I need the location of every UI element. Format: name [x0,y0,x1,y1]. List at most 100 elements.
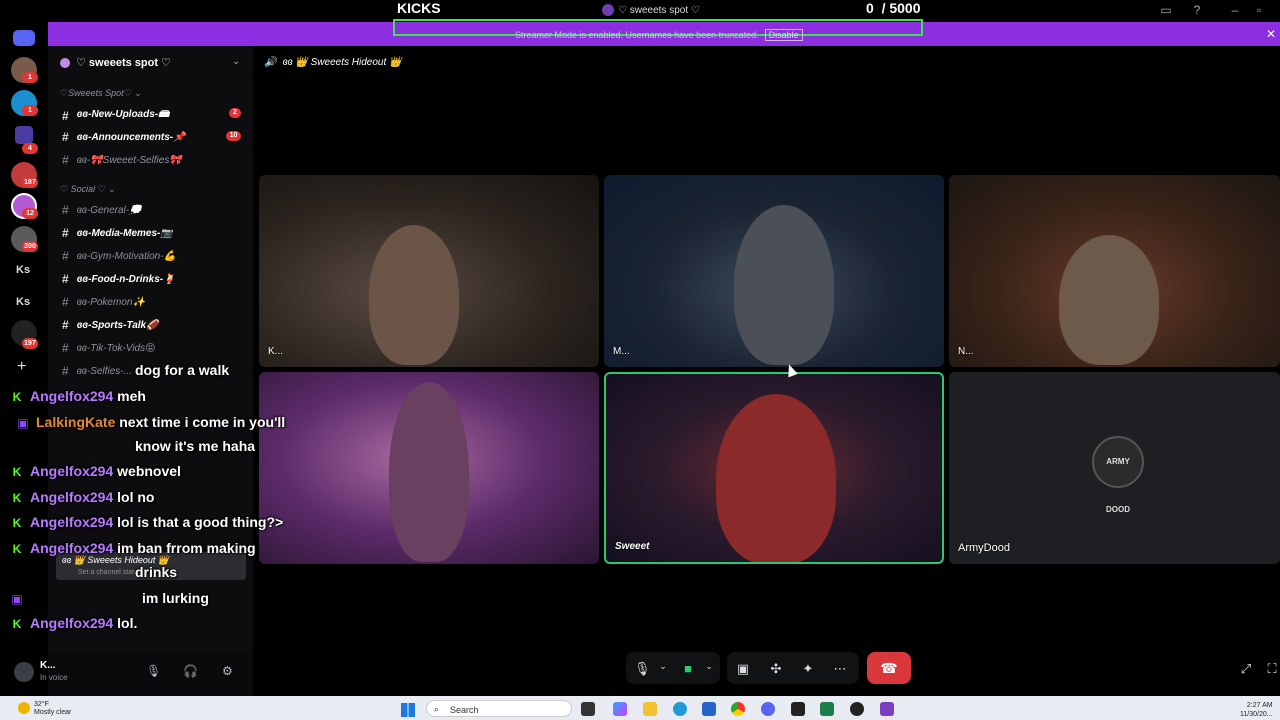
kick-icon: K [12,390,22,405]
goal-counter: 0 / 5000 [866,0,921,16]
app-icon[interactable] [820,702,834,716]
hash-icon: # [62,153,69,167]
channel-label: ɞɞ-Sports-Talk🏈 [76,319,159,331]
twitch-icon: ▣ [11,592,23,607]
search-placeholder: Search [450,705,479,715]
channel-item[interactable]: # ɞɞ-Sports-Talk🏈 [62,318,159,332]
category-header[interactable]: ♡Sweeets Spot♡ ⌄ [60,88,142,99]
disconnect-button[interactable]: ☎ [867,652,911,684]
chat-nick: Angelfox294 [30,489,114,505]
channel-item[interactable]: # ɞɞ-Gym-Motivation-💪 [62,249,176,263]
chat-text: lol no [117,489,155,505]
chat-message: K Angelfox294 lol no [10,489,155,505]
channel-item[interactable]: # ɞɞ-Food-n-Drinks-🍹 [62,272,176,286]
kick-icon: K [12,617,22,632]
fullscreen-icon[interactable]: ⛶ [1264,661,1280,677]
headphones-icon[interactable]: 🎧 [183,664,198,678]
camera-icon[interactable]: ■ [680,661,696,676]
search-icon: ⌕ [434,704,440,714]
server-header[interactable]: ♡ sweeets spot ♡ [60,56,171,69]
copilot-icon[interactable] [613,702,627,716]
channel-item[interactable]: # ɞɞ-New-Uploads-📾 [62,107,169,124]
chat-nick: Angelfox294 [30,540,114,556]
chevron-down-icon[interactable]: ⌄ [655,661,671,672]
chevron-down-icon[interactable]: ⌄ [232,56,240,67]
chat-message: drinks [135,564,177,580]
mic-icon[interactable]: 🎙 [634,661,651,677]
hash-icon: # [62,364,69,378]
goal-current: 0 [866,0,874,16]
weather-widget[interactable]: 32°F Mostly clear [34,701,71,717]
terminal-icon[interactable] [791,702,805,716]
channel-item[interactable]: # ɞɞ-Media-Memes-📷 [62,226,173,240]
video-tile[interactable]: M... [604,175,944,367]
channel-item[interactable]: # ɞɞ-🎀Sweeet-Selfies🎀 [62,153,182,167]
category-header[interactable]: ♡ Social ♡ ⌄ [60,184,116,195]
mention-badge: 10 [226,131,241,141]
disable-button[interactable]: Disable [764,29,803,41]
participant-video [389,382,469,562]
channel-label: ɞɞ-🎀Sweeet-Selfies🎀 [76,154,182,166]
app-icon[interactable] [880,702,894,716]
chat-nick: Angelfox294 [30,615,114,631]
windows-start-icon[interactable] [401,703,415,717]
server-name: ♡ sweeets spot ♡ [76,57,171,69]
goal-total: / 5000 [881,0,921,16]
mention-badge: 2 [229,108,241,118]
kick-icon: K [12,516,22,531]
channel-item[interactable]: # ɞɞ-Tik-Tok-Vids😝 [62,341,156,355]
taskbar-search-input[interactable] [426,700,572,717]
chat-message: K Angelfox294 lol. [10,615,138,632]
taskbar-clock[interactable]: 2:27 AM 11/30/20... [1240,701,1273,719]
channel-item[interactable]: # ɞɞ-Announcements-📌 [62,130,186,144]
video-tile[interactable]: K... [259,175,599,367]
channel-item[interactable]: # ɞɞ-General-💭 [62,203,142,217]
chat-text: lol is that a good thing?> [117,514,284,530]
file-explorer-icon[interactable] [643,702,657,716]
chevron-down-icon[interactable]: ⌄ [701,661,717,672]
server-icon[interactable] [15,126,33,144]
channel-item[interactable]: # ɞɞ-Selfies-... [62,364,132,378]
clock-date: 11/30/20... [1240,711,1273,718]
popout-icon[interactable]: ⤢ [1238,661,1254,677]
task-view-icon[interactable] [581,702,595,716]
discord-icon[interactable] [761,702,775,716]
channel-label: ɞɞ-Tik-Tok-Vids😝 [76,342,156,354]
chat-text: im lurking [142,590,209,606]
participant-video [1059,235,1159,365]
participant-video [369,225,459,365]
video-tile-speaking[interactable]: Sweeet [604,372,944,564]
video-tile[interactable] [259,372,599,564]
server-initials[interactable]: Ks [16,296,30,308]
discord-home-icon[interactable] [13,30,35,46]
video-tile[interactable]: N... [949,175,1280,367]
server-initials[interactable]: Ks [16,264,30,276]
participant-video [734,205,834,365]
speaker-icon: 🔊 [264,57,277,68]
chrome-icon[interactable] [731,702,745,716]
channel-item[interactable]: # ɞɞ-Pokemon✨ [62,295,145,309]
avatar[interactable] [14,662,34,682]
activities-icon[interactable]: ✣ [768,661,784,677]
close-icon[interactable]: ✕ [1266,27,1276,41]
hash-icon: # [62,295,69,309]
obs-icon[interactable] [850,702,864,716]
weather-desc: Mostly clear [34,709,72,716]
add-server-icon[interactable]: + [17,358,26,376]
more-icon[interactable]: ⋯ [832,661,848,677]
soundboard-icon[interactable]: ✦ [800,661,816,677]
clock-time: 2:27 AM [1246,702,1273,709]
screen-share-icon[interactable]: ▣ [735,661,751,677]
channel-label: ɞɞ-Food-n-Drinks-🍹 [76,273,176,285]
maximize-icon[interactable]: ▫ [1252,3,1266,17]
minimize-icon[interactable]: – [1228,3,1242,17]
call-title: ɞɞ 👑 Sweeets Hideout 👑 [282,57,402,68]
chat-nick: Angelfox294 [30,463,114,479]
inbox-icon[interactable]: ▭ [1159,3,1173,17]
store-icon[interactable] [702,702,716,716]
help-icon[interactable]: ? [1190,3,1204,17]
weather-temp: 32°F [34,701,49,708]
mic-icon[interactable]: 🎙 [146,664,161,678]
edge-icon[interactable] [673,702,687,716]
gear-icon[interactable]: ⚙ [222,664,233,678]
